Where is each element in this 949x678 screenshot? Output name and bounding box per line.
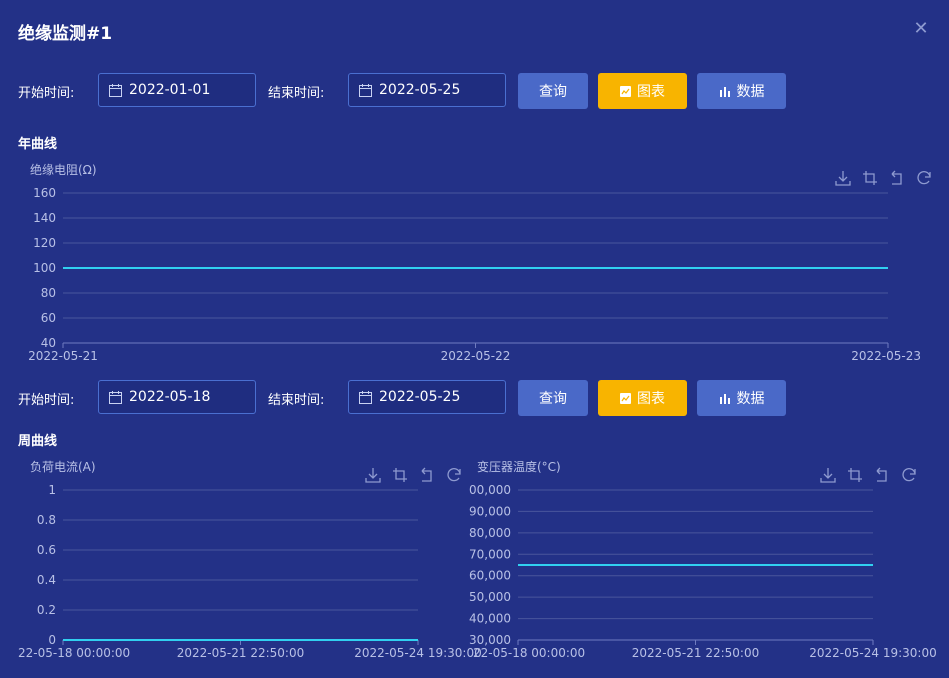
- refresh-icon[interactable]: [902, 468, 916, 482]
- x-tick-label: 2022-05-24 19:30:00: [809, 646, 936, 660]
- y-tick-label: 60,000: [469, 569, 511, 583]
- y-tick-label: 40,000: [469, 612, 511, 626]
- y-tick-label: 60: [41, 311, 56, 325]
- x-tick-label: 2022-05-21: [28, 349, 98, 363]
- y-tick-label: 120: [33, 236, 56, 250]
- x-tick-label: 2022-05-21 22:50:00: [177, 646, 304, 660]
- y-tick-label: 0.6: [37, 543, 56, 557]
- y-axis-title: 变压器温度(°C): [477, 459, 561, 474]
- y-tick-label: 1: [48, 483, 56, 497]
- x-tick-label: 2022-05-24 19:30:00: [354, 646, 481, 660]
- x-tick-label: 22-05-18 00:00:00: [18, 646, 130, 660]
- download-icon[interactable]: [835, 171, 851, 186]
- undo-icon[interactable]: [876, 467, 887, 482]
- y-tick-label: 00,000: [469, 483, 511, 497]
- y-tick-label: 0.4: [37, 573, 56, 587]
- refresh-icon[interactable]: [447, 468, 461, 482]
- y-tick-label: 70,000: [469, 547, 511, 561]
- y-tick-label: 40: [41, 336, 56, 350]
- y-axis-title: 负荷电流(A): [30, 460, 96, 474]
- download-icon[interactable]: [365, 468, 381, 483]
- x-tick-label: 2022-05-21 22:50:00: [632, 646, 759, 660]
- x-tick-label: 22-05-18 00:00:00: [473, 646, 585, 660]
- y-tick-label: 80,000: [469, 526, 511, 540]
- x-tick-label: 2022-05-22: [441, 349, 511, 363]
- undo-icon[interactable]: [891, 170, 902, 185]
- y-axis-title: 绝缘电阻(Ω): [30, 162, 97, 177]
- crop-icon[interactable]: [848, 468, 862, 482]
- charts-canvas: 绝缘电阻(Ω) 160 140 120 100 80 60 402022-05-21 2022-…: [18, 162, 937, 660]
- crop-icon[interactable]: [863, 171, 877, 185]
- undo-icon[interactable]: [421, 467, 432, 482]
- y-tick-label: 80: [41, 286, 56, 300]
- crop-icon[interactable]: [393, 468, 407, 482]
- y-tick-label: 0: [48, 633, 56, 647]
- y-tick-label: 0.2: [37, 603, 56, 617]
- y-tick-label: 50,000: [469, 590, 511, 604]
- y-tick-label: 100: [33, 261, 56, 275]
- refresh-icon[interactable]: [917, 171, 931, 185]
- y-tick-label: 0.8: [37, 513, 56, 527]
- y-tick-label: 140: [33, 211, 56, 225]
- y-tick-label: 30,000: [469, 633, 511, 647]
- y-tick-label: 160: [33, 186, 56, 200]
- x-tick-label: 2022-05-23: [851, 349, 921, 363]
- y-tick-label: 90,000: [469, 504, 511, 518]
- download-icon[interactable]: [820, 468, 836, 483]
